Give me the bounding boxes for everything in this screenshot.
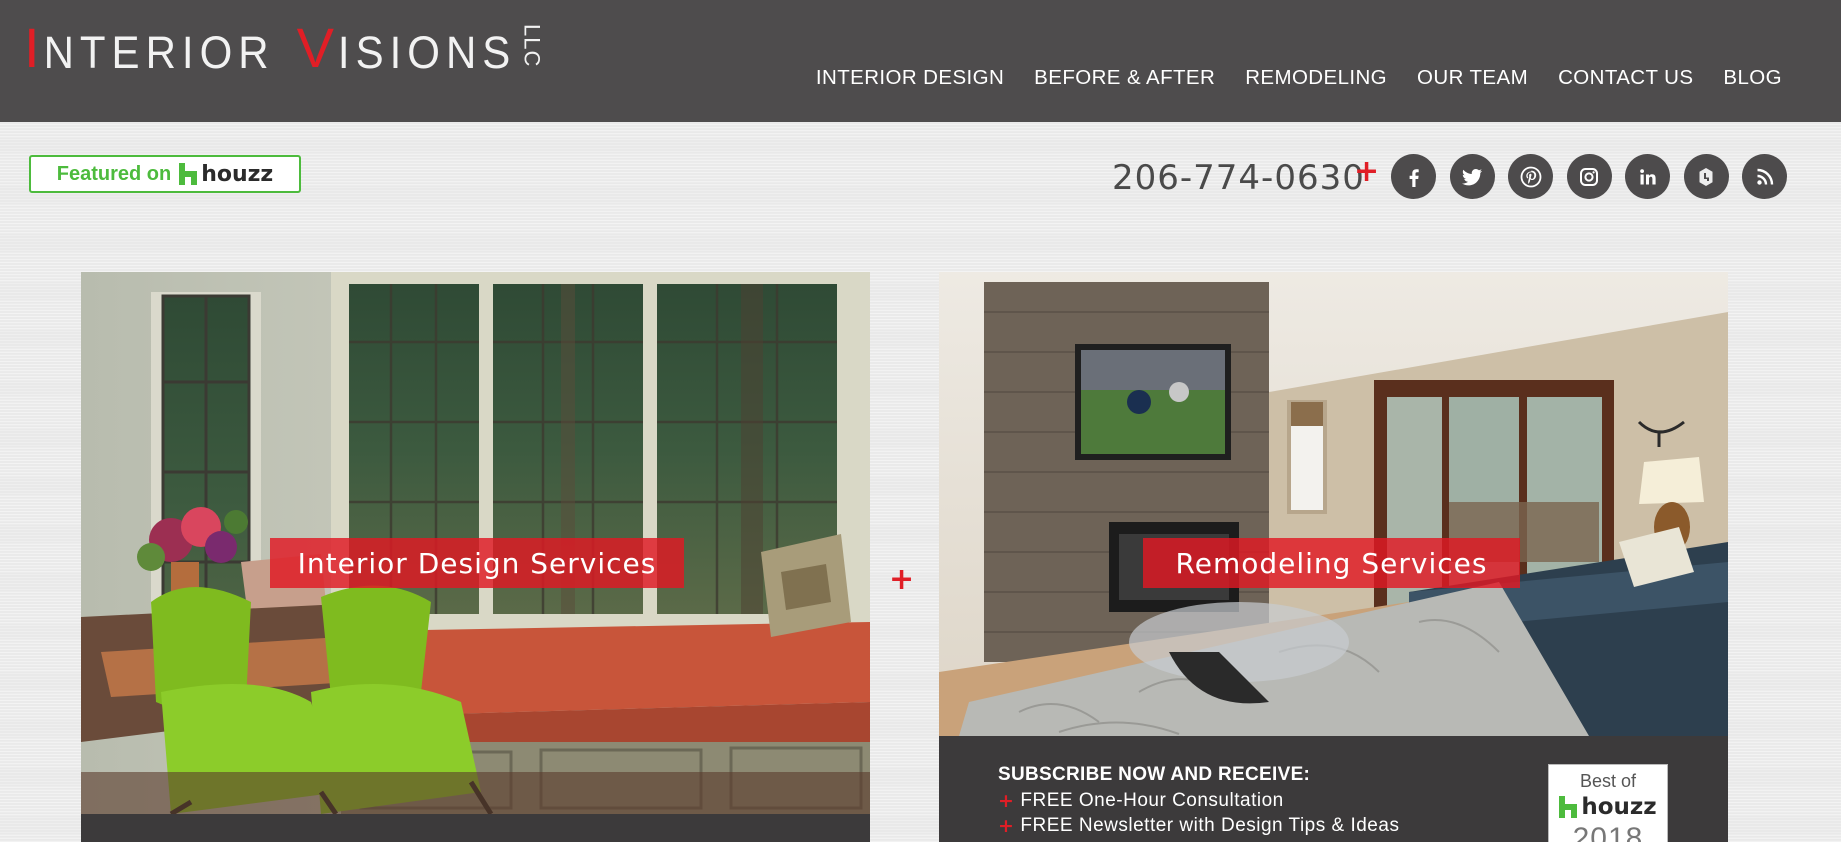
instagram-icon[interactable]	[1566, 154, 1612, 199]
logo-word-interior: NTERIOR	[43, 27, 275, 78]
nav-contact-us[interactable]: CONTACT US	[1558, 66, 1693, 90]
plus-separator: +	[1354, 154, 1380, 189]
houzz-h-icon	[179, 163, 198, 185]
nav-blog[interactable]: BLOG	[1723, 66, 1782, 90]
subscribe-benefit: + FREE Newsletter with Design Tips & Ide…	[998, 815, 1399, 837]
logo-initial-i: I	[24, 16, 44, 79]
bullet-plus: +	[998, 815, 1015, 837]
logo-initial-v: V	[296, 16, 338, 79]
nav-before-after[interactable]: BEFORE & AFTER	[1034, 66, 1215, 90]
pinterest-icon[interactable]	[1508, 154, 1553, 199]
linkedin-icon[interactable]	[1625, 154, 1670, 199]
houzz-logo: houzz	[1549, 794, 1667, 820]
logo-llc: LLC	[519, 24, 545, 68]
nav-remodeling[interactable]: REMODELING	[1245, 66, 1387, 90]
best-of-houzz-badge[interactable]: Best of houzz 2018	[1548, 764, 1668, 842]
site-header: I NTERIOR V ISIONS LLC INTERIOR DESIGN B…	[0, 0, 1841, 122]
bullet-plus: +	[998, 790, 1015, 812]
social-links	[1391, 154, 1787, 199]
remodeling-photo[interactable]	[939, 272, 1728, 736]
featured-on-houzz-badge[interactable]: Featured on houzz	[29, 155, 301, 193]
nav-interior-design[interactable]: INTERIOR DESIGN	[816, 66, 1004, 90]
site-logo[interactable]: I NTERIOR V ISIONS LLC	[24, 16, 545, 79]
phone-number[interactable]: 206-774-0630	[1112, 158, 1365, 198]
best-of-label: Best of	[1579, 771, 1637, 791]
houzz-icon[interactable]	[1683, 154, 1729, 199]
logo-word-visions: ISIONS	[337, 27, 517, 78]
interior-design-services-link[interactable]: Interior Design Services	[270, 538, 684, 588]
featured-on-label: Featured on	[56, 162, 172, 185]
houzz-wordmark: houzz	[1581, 794, 1657, 820]
subscribe-title: SUBSCRIBE NOW AND RECEIVE:	[998, 764, 1311, 785]
interior-design-caption-bar	[81, 814, 870, 842]
subscribe-panel: SUBSCRIBE NOW AND RECEIVE: + FREE One-Ho…	[939, 736, 1728, 842]
benefit-consultation: FREE One-Hour Consultation	[1020, 790, 1284, 811]
houzz-h-icon	[1559, 796, 1578, 818]
facebook-icon[interactable]	[1391, 154, 1436, 199]
nav-our-team[interactable]: OUR TEAM	[1417, 66, 1528, 90]
award-year: 2018	[1572, 822, 1644, 842]
living-room-image	[939, 272, 1728, 736]
subscribe-benefit: + FREE One-Hour Consultation	[998, 790, 1284, 812]
houzz-wordmark: houzz	[201, 161, 274, 187]
twitter-icon[interactable]	[1449, 154, 1495, 199]
houzz-logo: houzz	[179, 162, 273, 187]
remodeling-services-link[interactable]: Remodeling Services	[1143, 538, 1520, 588]
rss-icon[interactable]	[1742, 154, 1787, 199]
benefit-newsletter: FREE Newsletter with Design Tips & Ideas	[1020, 815, 1400, 836]
main-nav: INTERIOR DESIGN BEFORE & AFTER REMODELIN…	[786, 66, 1782, 90]
services-plus-separator: +	[889, 562, 915, 597]
